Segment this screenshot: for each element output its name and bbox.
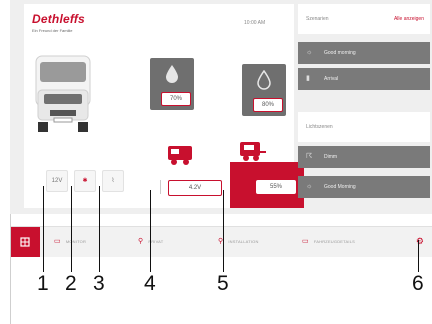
door-icon: ▮	[306, 75, 310, 82]
fresh-water-percent: 70%	[161, 92, 191, 106]
dimmer-icon: ☈	[306, 153, 313, 160]
scene-label: Good morning	[324, 50, 356, 56]
sun-icon: ☼	[306, 49, 313, 56]
callout-6: 6	[412, 272, 424, 295]
van-battery-icon	[168, 146, 192, 165]
lights-header: Lichtszenen	[298, 112, 430, 142]
sun-icon: ☼	[306, 183, 313, 190]
home-grid-icon	[20, 237, 30, 247]
callout-line	[43, 186, 44, 272]
scenes-header: Szenarien Alle anzeigen	[298, 4, 430, 34]
scene-arrival-button[interactable]: ▮ Arrival	[298, 68, 430, 90]
motorhome-icon	[35, 55, 91, 132]
brand-logo: Dethleffs	[32, 12, 85, 26]
bottom-nav: ▭ MONITOR ⚲ PRIVAT ⚲ INSTALLATION ▭ FAHRZEUG…	[10, 226, 432, 257]
show-all-link[interactable]: Alle anzeigen	[394, 16, 424, 22]
dashboard-panel: Dethleffs Ein Freund der Familie 10:00 A…	[24, 4, 304, 208]
nav-label: FAHRZEUGDETAILS	[313, 239, 355, 244]
callout-line	[150, 190, 151, 272]
nav-label: MONITOR	[65, 239, 87, 244]
water-drop-outline-icon	[257, 70, 271, 90]
callout-5: 5	[217, 272, 229, 295]
callout-line	[223, 190, 224, 272]
callout-4: 4	[144, 272, 156, 295]
touch-screen: Dethleffs Ein Freund der Familie 10:00 A…	[10, 0, 432, 214]
grey-water-percent: 80%	[253, 98, 283, 112]
light-good-morning-button[interactable]: ☼ Good Morning	[298, 176, 430, 198]
scenes-sidebar: Szenarien Alle anzeigen ☼ Good morning ▮…	[298, 4, 432, 210]
nav-label: INSTALLATION	[228, 239, 259, 244]
callout-line	[418, 240, 419, 272]
home-button[interactable]	[10, 227, 40, 257]
callout-line	[99, 186, 100, 272]
brand-tagline: Ein Freund der Familie	[32, 28, 73, 33]
person-icon: ⚲	[138, 238, 144, 245]
nav-vehicle-details[interactable]: ▭ FAHRZEUGDETAILS	[302, 227, 355, 257]
margin-line	[10, 214, 11, 324]
fresh-water-tank[interactable]: 70%	[150, 58, 194, 110]
battery-12v-button[interactable]: 12V	[46, 170, 68, 192]
callout-3: 3	[93, 272, 105, 295]
monitor-icon: ▭	[54, 238, 61, 245]
scenes-title: Szenarien	[306, 16, 329, 22]
nav-installation[interactable]: ⚲ INSTALLATION	[218, 227, 259, 257]
light-button[interactable]: ✱	[74, 170, 96, 192]
light-label: Good Morning	[324, 184, 356, 190]
callout-1: 1	[37, 272, 49, 295]
clock: 10:00 AM	[244, 20, 266, 26]
battery-voltage[interactable]: 4.2V	[168, 180, 222, 196]
grey-water-tank[interactable]: 80%	[242, 64, 286, 116]
battery-percent: 55%	[256, 180, 296, 194]
extra-control-button[interactable]: ⌇	[102, 170, 124, 192]
callout-line	[71, 186, 72, 272]
lights-title: Lichtszenen	[306, 124, 333, 130]
light-label: Dimm	[324, 154, 338, 160]
battery-status-card[interactable]: 55%	[230, 162, 304, 208]
light-dimm-button[interactable]: ☈ Dimm	[298, 146, 430, 168]
water-drop-icon	[166, 65, 178, 83]
van-trailer-icon	[240, 142, 266, 161]
vehicle-card-icon: ▭	[302, 238, 309, 245]
scene-label: Arrival	[324, 76, 339, 82]
scene-good-morning-button[interactable]: ☼ Good morning	[298, 42, 430, 64]
callout-2: 2	[65, 272, 77, 295]
